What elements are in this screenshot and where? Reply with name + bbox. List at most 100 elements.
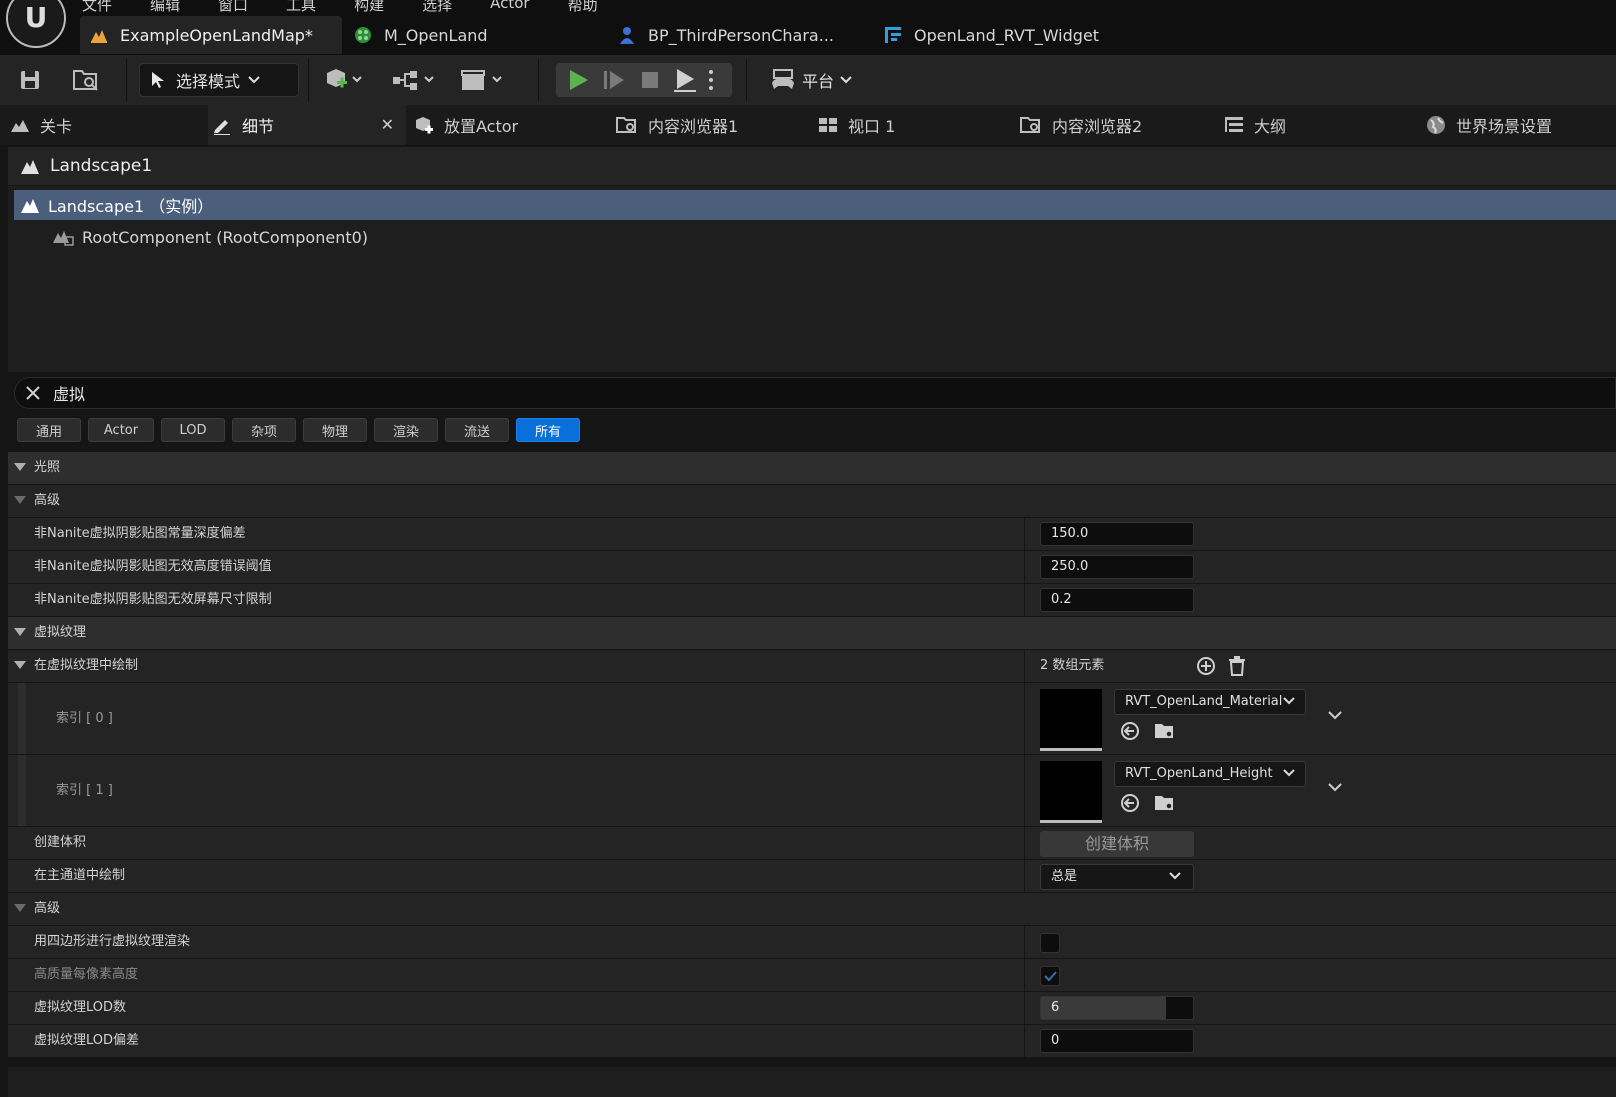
checkmark-icon: [1044, 971, 1057, 982]
menu-actor[interactable]: Actor: [490, 0, 529, 12]
property-array-draw-in-vt[interactable]: 在虚拟纹理中绘制 2 数组元素: [8, 650, 1616, 683]
component-tree: Landscape1 （实例） RootComponent (RootCompo…: [8, 186, 1616, 372]
asset-thumbnail[interactable]: [1040, 761, 1102, 823]
add-element-icon[interactable]: [1196, 656, 1216, 676]
use-selected-icon[interactable]: [1120, 793, 1140, 813]
menu-file[interactable]: 文件: [82, 0, 112, 14]
tab-content-browser-1[interactable]: 内容浏览器1: [616, 105, 738, 145]
hq-height-checkbox[interactable]: [1040, 966, 1060, 986]
asset-thumbnail[interactable]: [1040, 689, 1102, 751]
panel-tab-bar: 关卡 细节 ✕ 放置Actor 内容浏览器1 视口 1 内容浏览器2 大纲 世界…: [0, 105, 1616, 145]
doc-tab-label: M_OpenLand: [384, 25, 488, 45]
subcategory-advanced[interactable]: 高级: [8, 893, 1616, 926]
viewport-icon: [818, 117, 838, 133]
globe-icon: [1426, 115, 1446, 135]
menu-select[interactable]: 选择: [422, 0, 452, 14]
chevron-down-icon[interactable]: [1328, 783, 1342, 793]
lod-bias-input[interactable]: 0: [1040, 1029, 1194, 1053]
doc-tab-examplemap[interactable]: ExampleOpenLandMap*: [80, 16, 342, 54]
filter-general[interactable]: 通用: [17, 418, 81, 442]
component-row-instance[interactable]: Landscape1 （实例）: [14, 190, 1616, 220]
play-icon[interactable]: [566, 68, 590, 92]
unreal-logo-icon[interactable]: U: [6, 0, 66, 48]
menu-help[interactable]: 帮助: [568, 0, 598, 14]
property-row: 非Nanite虚拟阴影贴图无效屏幕尺寸限制 0.2: [8, 584, 1616, 617]
trash-icon[interactable]: [1228, 656, 1246, 676]
expand-triangle-icon: [14, 496, 26, 506]
tab-details[interactable]: 细节 ✕: [208, 105, 406, 145]
cinematics-menu-button[interactable]: [460, 63, 506, 97]
quad-render-checkbox[interactable]: [1040, 933, 1060, 953]
add-actor-button[interactable]: [324, 63, 364, 97]
search-input[interactable]: [51, 382, 655, 404]
level-icon: [90, 27, 108, 43]
widget-icon: [884, 26, 902, 44]
tab-level[interactable]: 关卡: [10, 105, 72, 145]
screen-size-input[interactable]: 0.2: [1040, 588, 1194, 612]
asset-picker-dropdown[interactable]: RVT_OpenLand_Height: [1114, 761, 1306, 787]
array-element-1: 索引 [ 1 ] RVT_OpenLand_Height: [8, 755, 1616, 827]
property-row: 高质量每像素高度: [8, 959, 1616, 992]
chevron-down-icon: [1283, 769, 1295, 777]
subcategory-advanced[interactable]: 高级: [8, 485, 1616, 518]
actor-name[interactable]: Landscape1: [50, 156, 152, 176]
menu-window[interactable]: 窗口: [218, 0, 248, 14]
tab-content-browser-2[interactable]: 内容浏览器2: [1020, 105, 1142, 145]
category-virtual-texture[interactable]: 虚拟纹理: [8, 617, 1616, 650]
array-count: 2 数组元素: [1040, 658, 1105, 673]
content-browser-icon: [1020, 115, 1042, 135]
lod-count-slider[interactable]: 6: [1040, 996, 1194, 1020]
tab-outliner[interactable]: 大纲: [1224, 105, 1286, 145]
create-volume-button[interactable]: 创建体积: [1040, 831, 1194, 857]
chevron-down-icon[interactable]: [1328, 711, 1342, 721]
content-browser-icon: [616, 115, 638, 135]
play-options-icon[interactable]: [706, 68, 716, 92]
filter-streaming[interactable]: 流送: [445, 418, 509, 442]
use-selected-icon[interactable]: [1120, 721, 1140, 741]
component-row-root[interactable]: RootComponent (RootComponent0): [52, 222, 368, 252]
slider-fill: [1041, 997, 1166, 1019]
blueprint-menu-button[interactable]: [392, 63, 438, 97]
asset-picker-dropdown[interactable]: RVT_OpenLand_Material: [1114, 689, 1306, 715]
close-icon[interactable]: ✕: [381, 115, 394, 134]
stop-icon[interactable]: [638, 68, 662, 92]
menu-tools[interactable]: 工具: [286, 0, 316, 14]
doc-tab-blueprint[interactable]: BP_ThirdPersonChara...: [618, 16, 834, 54]
menu-build[interactable]: 构建: [354, 0, 384, 14]
edit-icon: [212, 115, 232, 135]
filter-lod[interactable]: LOD: [161, 418, 225, 442]
tab-world-settings[interactable]: 世界场景设置: [1426, 105, 1552, 145]
select-mode-dropdown[interactable]: 选择模式: [139, 63, 299, 97]
browse-asset-icon[interactable]: [1154, 793, 1176, 813]
filter-physics[interactable]: 物理: [303, 418, 367, 442]
filter-all[interactable]: 所有: [516, 418, 580, 442]
doc-tab-widget[interactable]: OpenLand_RVT_Widget: [884, 16, 1099, 54]
eject-play-icon[interactable]: [672, 67, 698, 93]
platforms-dropdown[interactable]: 平台: [770, 63, 852, 97]
depth-bias-input[interactable]: 150.0: [1040, 522, 1194, 546]
gamepad-icon: [770, 69, 796, 91]
browse-folder-icon[interactable]: [72, 63, 100, 97]
details-actor-header: Landscape1: [8, 147, 1616, 185]
save-icon[interactable]: [18, 63, 42, 97]
main-menu: 文件 编辑 窗口 工具 构建 选择 Actor 帮助: [82, 0, 636, 14]
select-mode-label: 选择模式: [176, 72, 241, 91]
step-icon[interactable]: [602, 68, 626, 92]
filter-rendering[interactable]: 渲染: [374, 418, 438, 442]
main-pass-dropdown[interactable]: 总是: [1040, 864, 1194, 890]
filter-actor[interactable]: Actor: [88, 418, 154, 442]
height-error-input[interactable]: 250.0: [1040, 555, 1194, 579]
tab-viewport-1[interactable]: 视口 1: [818, 105, 895, 145]
tab-place-actor[interactable]: 放置Actor: [414, 105, 518, 145]
clear-search-icon[interactable]: [25, 385, 41, 401]
cursor-icon: [150, 70, 168, 90]
platforms-label: 平台: [802, 72, 835, 91]
filter-misc[interactable]: 杂项: [232, 418, 296, 442]
category-lighting[interactable]: 光照: [8, 452, 1616, 485]
browse-asset-icon[interactable]: [1154, 721, 1176, 741]
property-row: 虚拟纹理LOD数 6: [8, 992, 1616, 1025]
main-toolbar: 选择模式 平台: [0, 55, 1616, 105]
blueprint-icon: [618, 26, 636, 44]
doc-tab-material[interactable]: M_OpenLand: [354, 16, 488, 54]
menu-edit[interactable]: 编辑: [150, 0, 180, 14]
